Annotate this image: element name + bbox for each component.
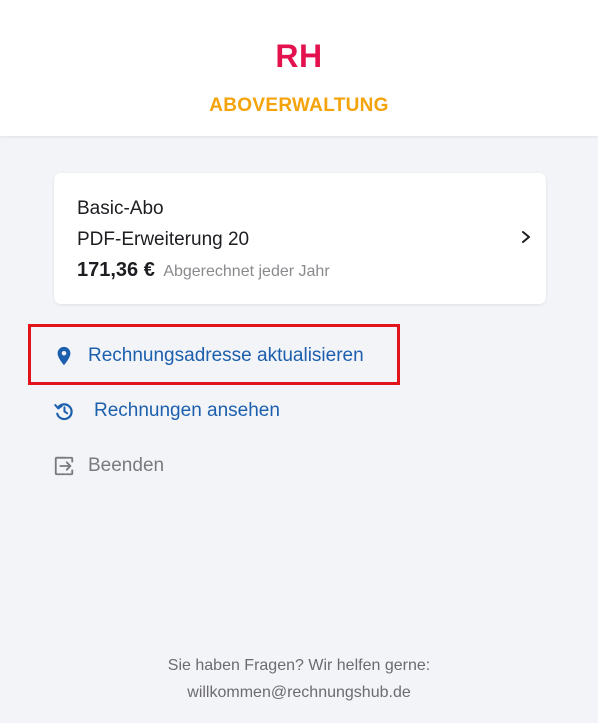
update-address-link[interactable]: Rechnungsadresse aktualisieren [53, 345, 364, 367]
map-pin-icon [57, 346, 71, 366]
addon-name: PDF-Erweiterung 20 [77, 229, 250, 250]
view-invoices-label: Rechnungen ansehen [94, 400, 280, 421]
cancel-label: Beenden [88, 455, 165, 476]
support-email[interactable]: willkommen@rechnungshub.de [0, 684, 598, 702]
subscription-card[interactable]: Basic-Abo PDF-Erweiterung 20 171,36 € Ab… [54, 173, 546, 304]
logo: RH [275, 38, 323, 74]
price: 171,36 € [77, 259, 155, 281]
history-icon [54, 403, 73, 421]
price-row: 171,36 € Abgerechnet jeder Jahr [77, 259, 330, 282]
update-address-label: Rechnungsadresse aktualisieren [88, 345, 364, 366]
cancel-subscription-link[interactable]: Beenden [53, 455, 164, 477]
billing-interval: Abgerechnet jeder Jahr [163, 263, 330, 280]
page-title: ABOVERWALTUNG [209, 95, 389, 116]
view-invoices-link[interactable]: Rechnungen ansehen [53, 400, 280, 422]
header: RH ABOVERWALTUNG [0, 0, 598, 136]
exit-icon [54, 456, 74, 476]
chevron-right-icon [522, 231, 530, 243]
footer-question: Sie haben Fragen? Wir helfen gerne: [167, 657, 431, 674]
plan-name: Basic-Abo [77, 198, 164, 219]
